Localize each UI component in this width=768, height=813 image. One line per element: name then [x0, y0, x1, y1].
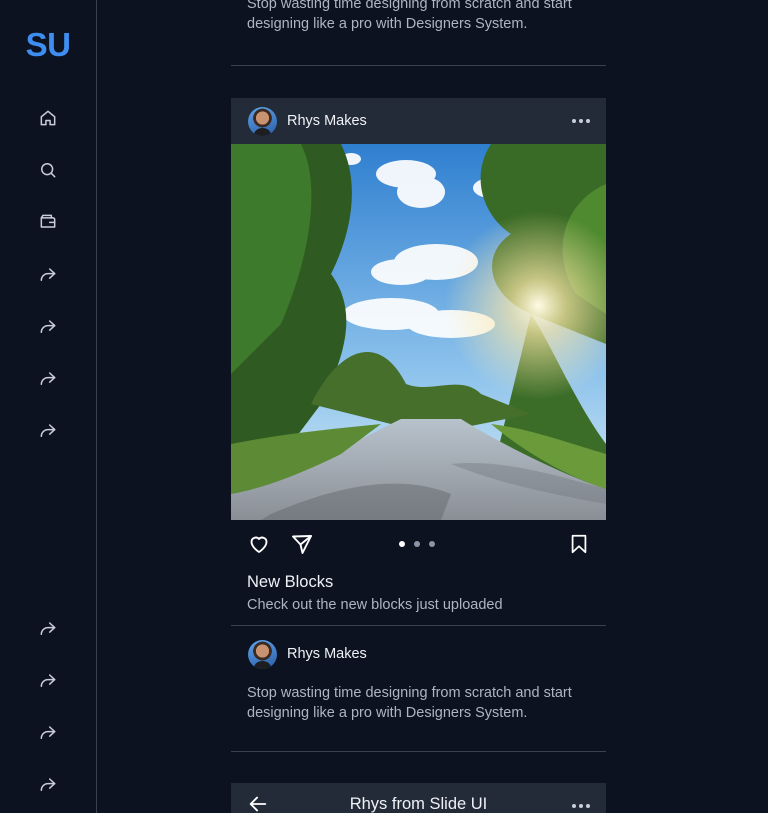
post-subtitle: Check out the new blocks just uploaded: [247, 597, 503, 613]
share-icon[interactable]: [36, 668, 60, 692]
carousel-dot[interactable]: [429, 541, 435, 547]
avatar[interactable]: [248, 106, 277, 136]
divider: [231, 751, 606, 752]
post-actions: [231, 520, 606, 568]
carousel-dot[interactable]: [399, 541, 405, 547]
carousel-dot[interactable]: [414, 541, 420, 547]
share-icon[interactable]: [36, 772, 60, 796]
carousel-dots[interactable]: [399, 541, 435, 547]
divider: [231, 65, 606, 66]
post-card-header: Rhys Makes: [231, 98, 606, 144]
share-icon[interactable]: [36, 262, 60, 286]
post-text: Stop wasting time designing from scratch…: [247, 0, 572, 32]
chat-title: Rhys from Slide UI: [349, 795, 488, 813]
author-name[interactable]: Rhys Makes: [287, 646, 590, 662]
post-text: Stop wasting time designing from scratch…: [247, 685, 572, 721]
sidebar: SU: [0, 0, 97, 813]
search-icon[interactable]: [36, 158, 60, 182]
share-icon[interactable]: [36, 418, 60, 442]
more-options-icon[interactable]: [572, 119, 590, 123]
author-name[interactable]: Rhys Makes: [287, 113, 572, 129]
feed: Stop wasting time designing from scratch…: [231, 0, 606, 813]
bookmark-icon[interactable]: [568, 533, 590, 555]
home-icon[interactable]: [36, 106, 60, 130]
more-options-icon[interactable]: [572, 804, 590, 808]
text-post: Rhys Makes Stop wasting time designing f…: [231, 626, 606, 723]
wallet-icon[interactable]: [36, 210, 60, 234]
post-title: New Blocks: [247, 573, 334, 591]
share-icon[interactable]: [36, 366, 60, 390]
share-icon[interactable]: [36, 314, 60, 338]
heart-icon[interactable]: [247, 532, 271, 556]
share-icon[interactable]: [36, 616, 60, 640]
post-image[interactable]: [231, 144, 606, 520]
share-icon[interactable]: [36, 720, 60, 744]
avatar[interactable]: [248, 639, 277, 669]
chat-header: Rhys from Slide UI: [231, 783, 606, 813]
post-header: Rhys Makes: [231, 626, 606, 682]
send-icon[interactable]: [290, 532, 314, 556]
app-logo[interactable]: SU: [0, 26, 96, 64]
post-card: Rhys Makes New Blocks Check out the new …: [231, 98, 606, 615]
